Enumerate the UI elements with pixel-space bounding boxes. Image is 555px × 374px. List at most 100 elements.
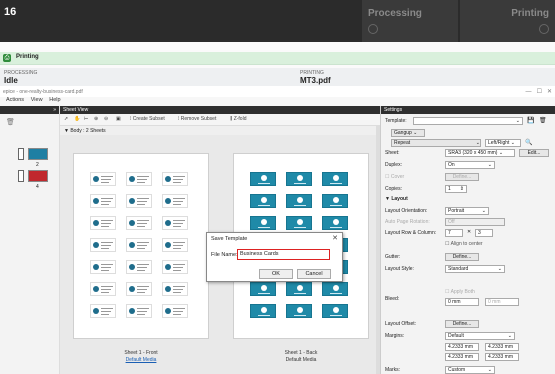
close-icon[interactable]: ✕: [547, 89, 552, 95]
create-subset-button[interactable]: ⁞ Create Subset: [130, 116, 165, 122]
apply-both-checkbox[interactable]: ☐ Apply Both: [445, 289, 475, 295]
card-text-line: [173, 226, 181, 227]
printing-indicator-icon: [539, 24, 549, 34]
card-logo-icon: [93, 286, 99, 292]
margin-2-value: 4.2333 mm: [488, 344, 514, 350]
bleed-field-b[interactable]: 0 mm: [485, 298, 519, 306]
edit-sheet-button[interactable]: Edit...: [519, 149, 549, 157]
card-text-line: [173, 223, 183, 224]
page-thumbnail[interactable]: [28, 170, 48, 182]
sheet-front-media-link[interactable]: Default Media: [74, 357, 208, 363]
card-text-line: [173, 176, 185, 177]
card-text-line: [173, 267, 183, 268]
cancel-button[interactable]: Cancel: [297, 269, 331, 279]
cols-stepper[interactable]: 3: [475, 229, 493, 237]
margin-field-2[interactable]: 4.2333 mm: [485, 343, 519, 351]
card-text-line: [294, 293, 306, 294]
copies-value: 1: [448, 186, 451, 192]
status-row: PROCESSING Idle PRINTING MT3.pdf: [0, 68, 555, 86]
hand-tool-icon[interactable]: ✋: [74, 116, 80, 122]
align-center-checkbox[interactable]: ☐ Align to center: [445, 241, 483, 247]
alignment-value: Left/Right: [488, 140, 510, 146]
rows-stepper[interactable]: 7: [445, 229, 463, 237]
template-select[interactable]: ⌄: [413, 117, 523, 125]
business-card: [126, 304, 152, 318]
printing-bar[interactable]: ⎙ Printing: [0, 52, 555, 65]
search-icon[interactable]: 🔍: [525, 139, 532, 146]
margin-field-1[interactable]: 4.2333 mm: [445, 343, 479, 351]
copies-stepper[interactable]: 1 ⇕: [445, 185, 467, 193]
business-card: [286, 216, 312, 230]
business-card: [286, 172, 312, 186]
margin-field-3[interactable]: 4.2333 mm: [445, 353, 479, 361]
menu-view[interactable]: View: [31, 97, 43, 103]
margins-select[interactable]: Default ⌄: [445, 332, 515, 340]
card-logo-icon: [165, 220, 171, 226]
card-text-line: [137, 264, 149, 265]
card-logo-icon: [93, 242, 99, 248]
page-thumbnail[interactable]: [28, 148, 48, 160]
card-text-line: [173, 286, 185, 287]
card-logo-icon: [93, 176, 99, 182]
card-logo-icon: [297, 219, 303, 225]
card-logo-icon: [261, 175, 267, 181]
sheet-toolbar: ➚ ✋ ⊢ ⊕ ⊖ ▣ ⁞ Create Subset ⁞ Remove Sub…: [60, 114, 380, 126]
marks-select[interactable]: Custom ⌄: [445, 366, 495, 374]
cover-checkbox[interactable]: ☐ Cover: [385, 174, 404, 180]
menu-help[interactable]: Help: [49, 97, 60, 103]
body-section-header[interactable]: ▼ Body : 2 Sheets: [60, 126, 376, 135]
layout-section-toggle[interactable]: ▼ Layout: [385, 196, 408, 202]
card-text-line: [137, 198, 149, 199]
zoom-out-icon[interactable]: ⊖: [104, 116, 108, 122]
gutter-define-button[interactable]: Define...: [445, 253, 479, 261]
card-logo-icon: [297, 285, 303, 291]
bleed-b-value: 0 mm: [488, 299, 501, 305]
trash-icon[interactable]: 🗑: [0, 114, 59, 126]
page-number: 2: [36, 162, 39, 168]
tab-processing[interactable]: Processing: [362, 0, 458, 42]
business-card: [90, 304, 116, 318]
zoom-in-icon[interactable]: ⊕: [94, 116, 98, 122]
copies-label: Copies:: [385, 186, 402, 192]
sheet-front[interactable]: [74, 154, 208, 338]
chevron-down-icon: ⌄: [475, 140, 480, 146]
card-text-line: [101, 248, 109, 249]
measure-icon[interactable]: ⊢: [84, 116, 88, 122]
margin-field-4[interactable]: 4.2333 mm: [485, 353, 519, 361]
repeat-select[interactable]: Repeat ⌄: [391, 139, 481, 147]
collapse-panel-button[interactable]: »: [0, 106, 59, 114]
card-logo-icon: [93, 308, 99, 314]
layout-style-select[interactable]: Standard ⌄: [445, 265, 505, 273]
file-name-input[interactable]: Business Cards: [237, 249, 330, 260]
dialog-close-icon[interactable]: ✕: [332, 234, 338, 242]
card-logo-icon: [129, 286, 135, 292]
menu-actions[interactable]: Actions: [6, 97, 24, 103]
maximize-icon[interactable]: ☐: [537, 89, 542, 95]
offset-define-button[interactable]: Define...: [445, 320, 479, 328]
duplex-select[interactable]: On ⌄: [445, 161, 495, 169]
page-number: 4: [36, 184, 39, 190]
zfold-button[interactable]: ⫼ Z-fold: [230, 116, 246, 122]
page-icon[interactable]: ▣: [116, 116, 121, 122]
card-text-line: [330, 205, 342, 206]
select-tool-icon[interactable]: ➚: [64, 116, 68, 122]
delete-template-icon[interactable]: 🗑: [539, 117, 547, 124]
card-text-line: [101, 182, 109, 183]
bleed-field-a[interactable]: 0 mm: [445, 298, 479, 306]
auto-rotation-value: Off: [448, 219, 455, 225]
ok-button[interactable]: OK: [259, 269, 293, 279]
card-text-line: [173, 311, 183, 312]
tab-printing[interactable]: Printing: [460, 0, 555, 42]
card-logo-icon: [333, 175, 339, 181]
offset-label: Layout Offset:: [385, 321, 417, 327]
alignment-select[interactable]: Left/Right ⌄: [485, 139, 521, 147]
minimize-icon[interactable]: —: [526, 89, 532, 95]
cover-define-button[interactable]: Define...: [445, 173, 479, 181]
save-template-icon[interactable]: 💾: [527, 117, 534, 124]
remove-subset-button[interactable]: ⁞ Remove Subset: [178, 116, 216, 122]
repeat-label: Repeat: [394, 140, 411, 146]
gangup-select[interactable]: Gangup ⌄: [391, 129, 425, 137]
orientation-select[interactable]: Portrait ⌄: [445, 207, 489, 215]
auto-rotation-select[interactable]: Off: [445, 218, 505, 226]
sheet-select[interactable]: SRA3 (320 x 450 mm) ⌄: [445, 149, 515, 157]
